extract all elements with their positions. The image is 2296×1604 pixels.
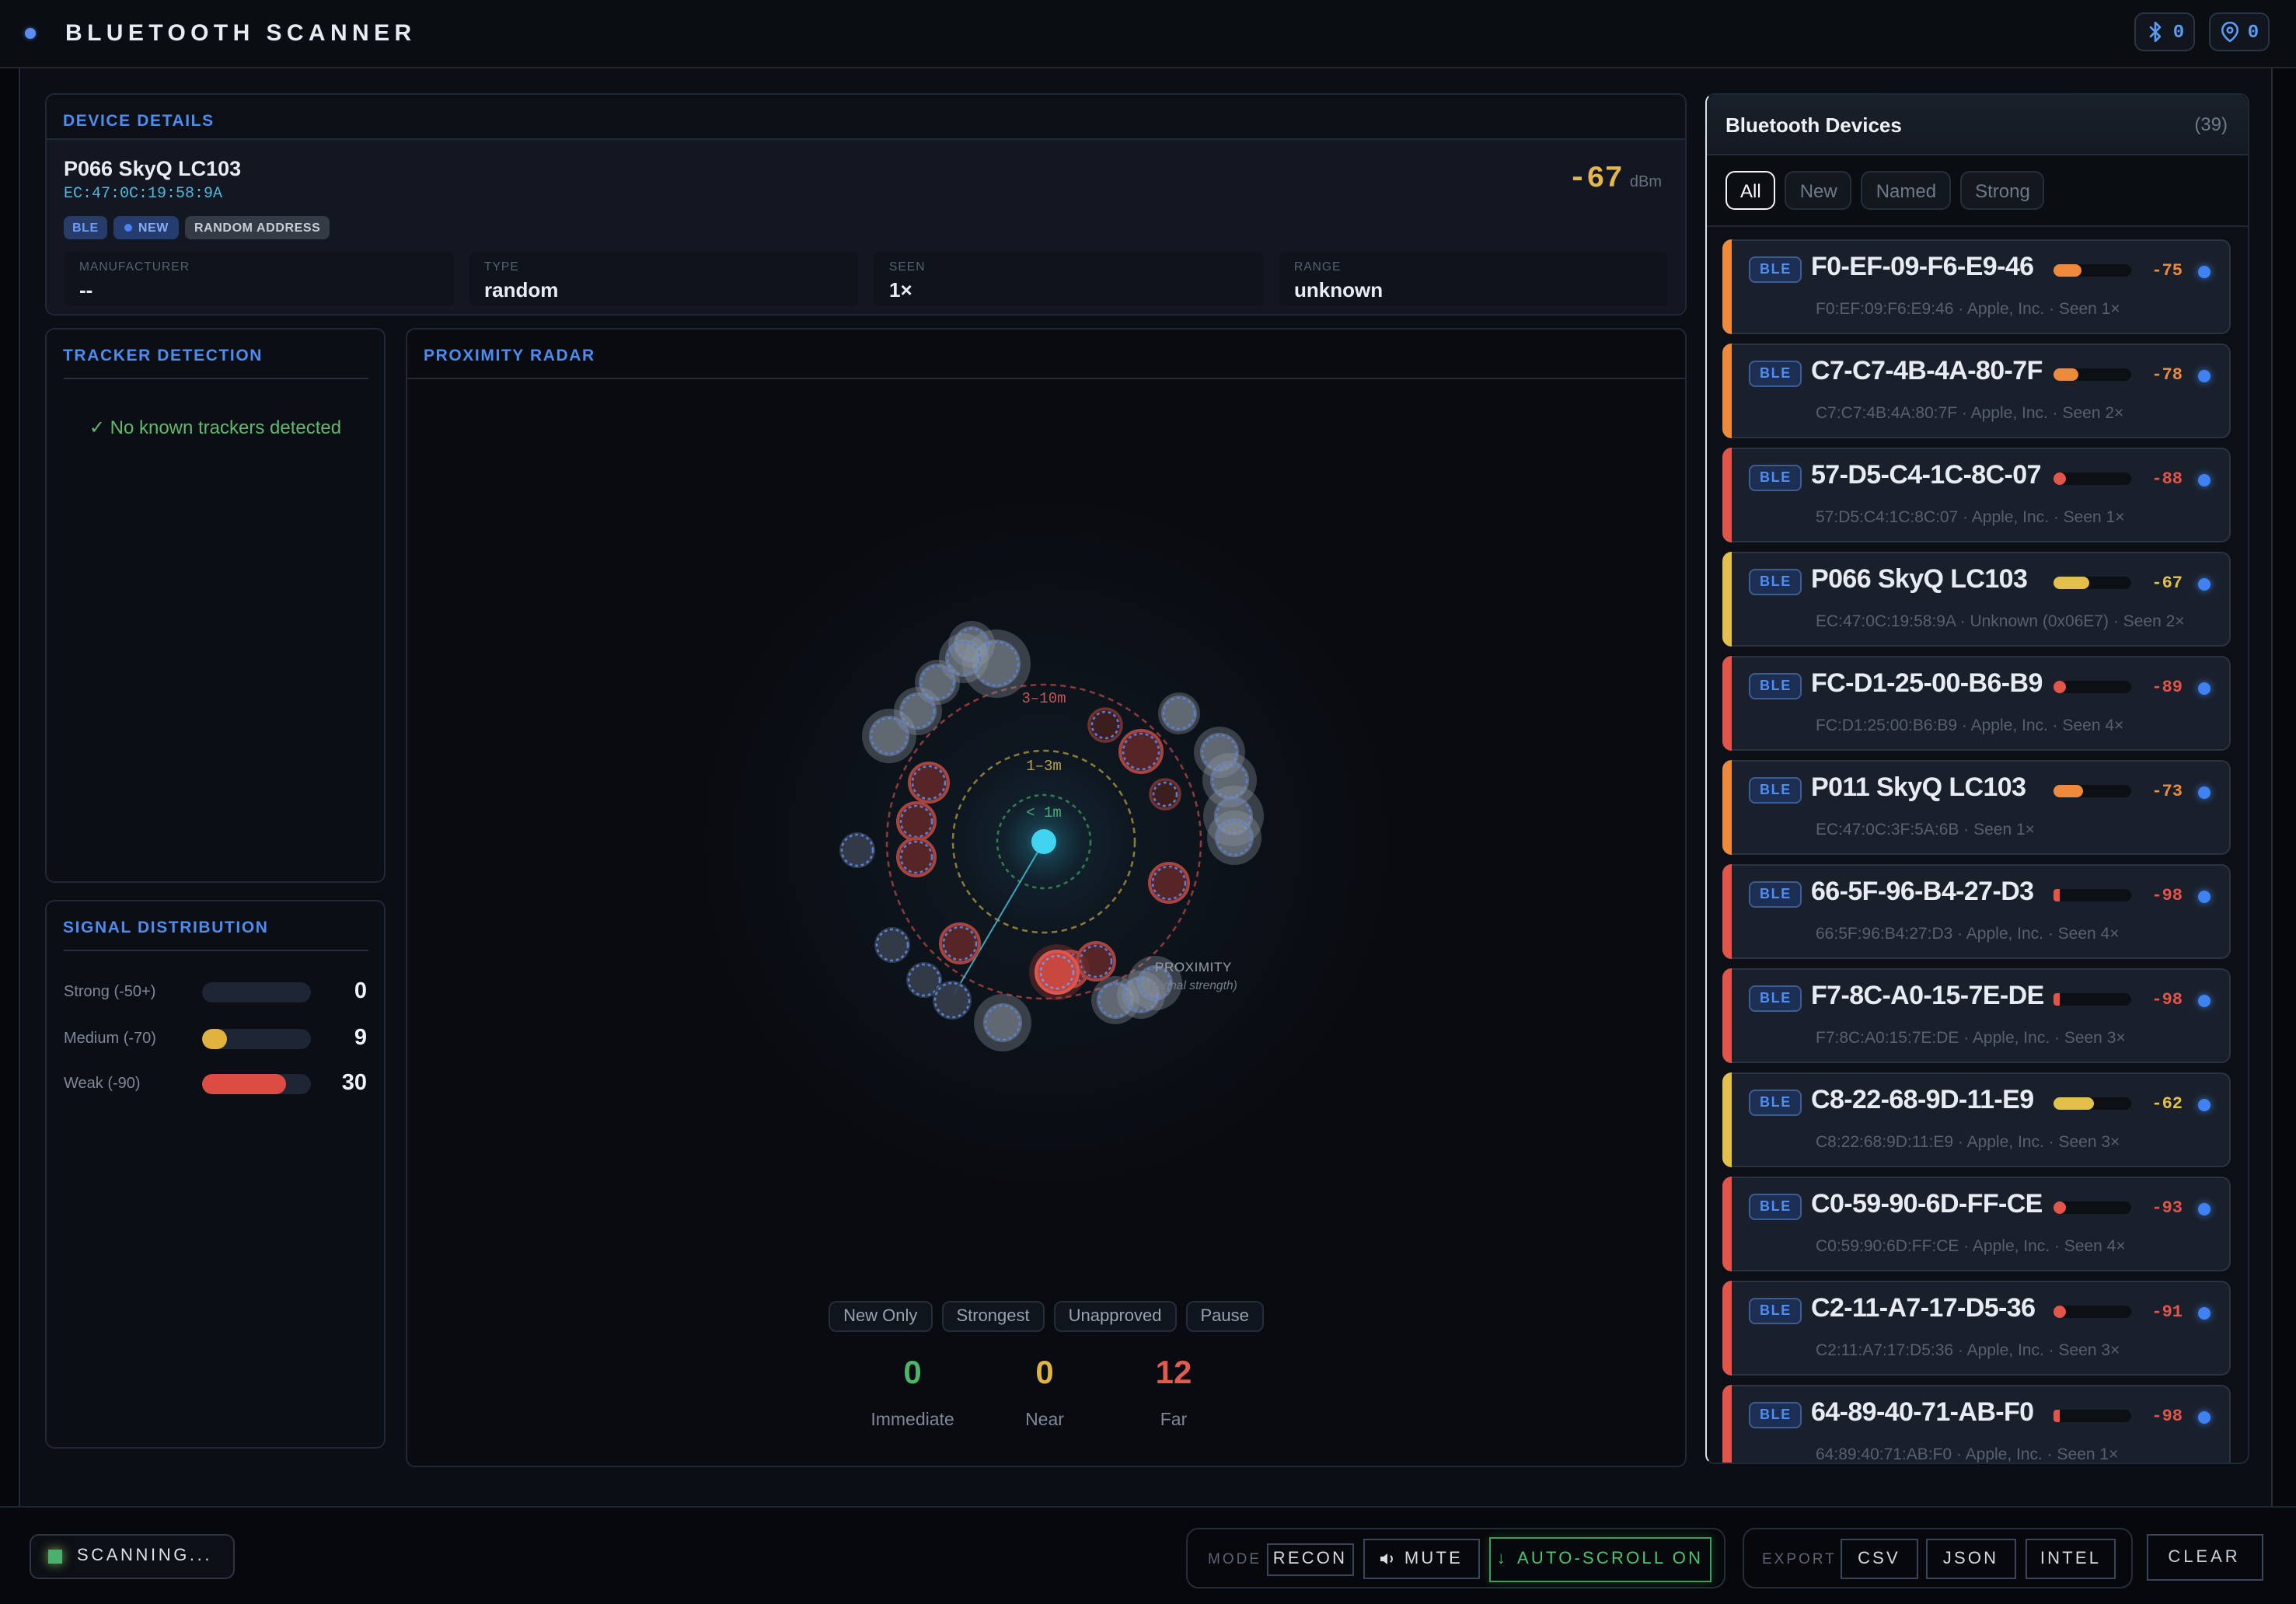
svg-text:PROXIMITY: PROXIMITY (1155, 960, 1232, 975)
svg-text:(signal strength): (signal strength) (1150, 979, 1237, 992)
svg-text:3–10m: 3–10m (1021, 690, 1066, 707)
